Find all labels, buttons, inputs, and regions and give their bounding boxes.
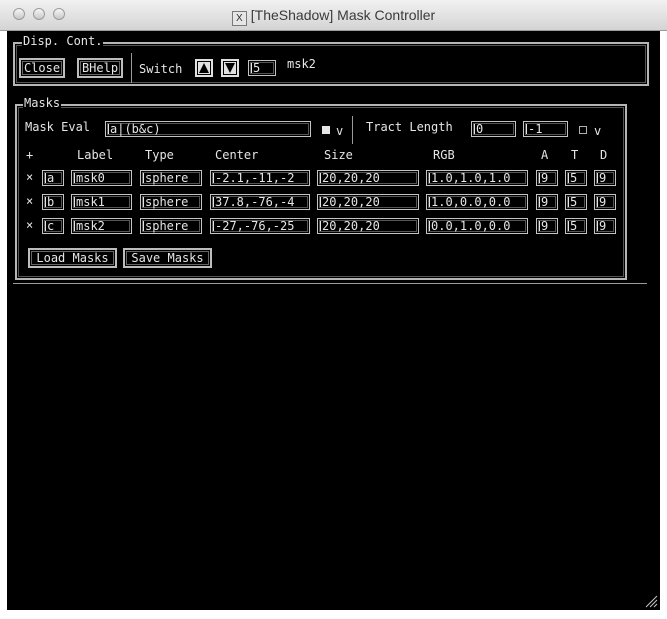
header-size: Size [324, 148, 353, 162]
header-center: Center [215, 148, 259, 162]
row-t-field[interactable]: 5 [565, 218, 587, 234]
row-label-field[interactable]: msk1 [71, 194, 132, 210]
mask-eval-checkbox[interactable] [322, 126, 330, 134]
disp-cont-group: Disp. Cont. Close BHelp Switch 5 msk2 [13, 34, 649, 86]
switch-up-button[interactable] [195, 59, 213, 77]
header-t: T [571, 148, 579, 162]
header-add: + [26, 148, 34, 162]
switch-value-field[interactable]: 5 [248, 60, 276, 76]
row-label-field[interactable]: msk0 [71, 170, 132, 186]
tract-min-field[interactable]: 0 [471, 121, 516, 137]
header-d: D [600, 148, 608, 162]
separator [352, 116, 353, 144]
separator [131, 53, 132, 83]
row-a-field[interactable]: 9 [536, 170, 558, 186]
row-remove-button[interactable]: × [26, 170, 33, 184]
switch-label: Switch [139, 62, 183, 76]
mask-eval-v-label: v [336, 124, 344, 138]
save-masks-button[interactable]: Save Masks [123, 248, 212, 268]
row-t-field[interactable]: 5 [565, 194, 587, 210]
row-label-field[interactable]: msk2 [71, 218, 132, 234]
row-rgb-field[interactable]: 0.0,1.0,0.0 [426, 218, 528, 234]
mask-eval-label: Mask Eval [25, 120, 91, 134]
row-t-field[interactable]: 5 [565, 170, 587, 186]
row-a-field[interactable]: 9 [536, 218, 558, 234]
x11-icon: X [231, 11, 247, 26]
arrow-up-icon [199, 63, 209, 73]
switch-down-button[interactable] [221, 59, 239, 77]
row-size-field[interactable]: 20,20,20 [317, 194, 419, 210]
row-remove-button[interactable]: × [26, 218, 33, 232]
divider [13, 283, 647, 284]
tract-v-label: v [594, 124, 602, 138]
row-d-field[interactable]: 9 [594, 170, 616, 186]
row-d-field[interactable]: 9 [594, 194, 616, 210]
row-rgb-field[interactable]: 1.0,1.0,1.0 [426, 170, 528, 186]
tract-length-label: Tract Length [366, 120, 453, 134]
tract-checkbox[interactable] [579, 126, 587, 134]
row-center-field[interactable]: 37.8,-76,-4 [210, 194, 310, 210]
row-rgb-field[interactable]: 1.0,0.0,0.0 [426, 194, 528, 210]
mask-eval-field[interactable]: a|(b&c) [105, 121, 311, 137]
row-a-field[interactable]: 9 [536, 194, 558, 210]
row-id-field[interactable]: c [42, 218, 64, 234]
header-rgb: RGB [433, 148, 455, 162]
title-bar: X [TheShadow] Mask Controller [0, 0, 667, 31]
main-window: Disp. Cont. Close BHelp Switch 5 msk2 Ma… [7, 31, 660, 610]
load-masks-button[interactable]: Load Masks [28, 248, 117, 268]
masks-label: Masks [23, 96, 62, 110]
resize-grip-icon[interactable] [644, 594, 658, 608]
row-id-field[interactable]: a [42, 170, 64, 186]
masks-group: Masks Mask Eval a|(b&c) v Tract Length 0… [15, 96, 627, 280]
row-type-field[interactable]: sphere [140, 218, 202, 234]
row-center-field[interactable]: -27,-76,-25 [210, 218, 310, 234]
row-center-field[interactable]: -2.1,-11,-2 [210, 170, 310, 186]
row-size-field[interactable]: 20,20,20 [317, 170, 419, 186]
row-size-field[interactable]: 20,20,20 [317, 218, 419, 234]
header-a: A [541, 148, 549, 162]
current-mask-label: msk2 [287, 57, 316, 71]
header-label: Label [77, 148, 114, 162]
tract-max-field[interactable]: -1 [523, 121, 568, 137]
bhelp-button[interactable]: BHelp [77, 58, 123, 78]
header-type: Type [145, 148, 174, 162]
row-id-field[interactable]: b [42, 194, 64, 210]
row-type-field[interactable]: sphere [140, 194, 202, 210]
row-type-field[interactable]: sphere [140, 170, 202, 186]
disp-cont-label: Disp. Cont. [22, 34, 104, 48]
close-button[interactable]: Close [19, 58, 65, 78]
row-remove-button[interactable]: × [26, 194, 33, 208]
window-title: [TheShadow] Mask Controller [250, 7, 436, 23]
row-d-field[interactable]: 9 [594, 218, 616, 234]
arrow-down-icon [225, 63, 235, 73]
empty-canvas [7, 285, 660, 605]
